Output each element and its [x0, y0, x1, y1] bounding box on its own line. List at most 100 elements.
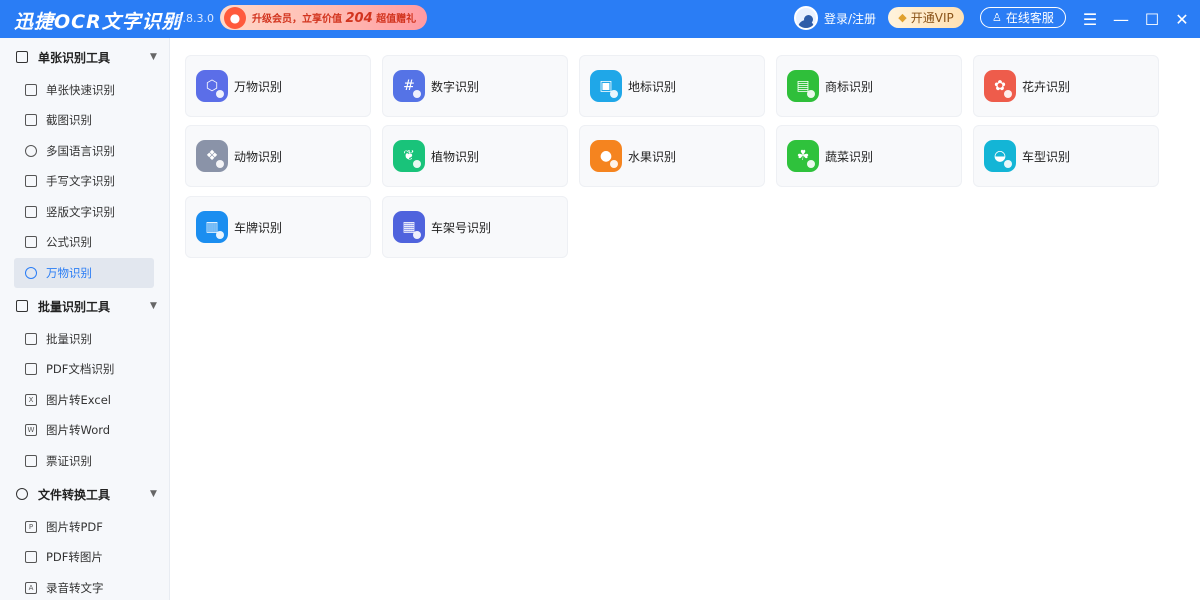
audio-icon: A [25, 582, 37, 594]
login-label: 登录/注册 [824, 11, 877, 26]
sidebar-item-label: 手写文字识别 [46, 174, 115, 188]
sidebar-item-multilang[interactable]: 多国语言识别 [14, 136, 154, 166]
sidebar-group-label: 单张识别工具 [38, 50, 111, 65]
card-label: 动物识别 [234, 149, 283, 164]
card-animal[interactable]: ❖ 动物识别 [185, 125, 371, 187]
sidebar-group-convert[interactable]: 文件转换工具 ▼ [0, 477, 170, 511]
promo-number: 204 [345, 10, 373, 26]
card-fruit[interactable]: ● 水果识别 [579, 125, 765, 187]
card-label: 车型识别 [1022, 149, 1071, 164]
license-plate-icon: ▥ [196, 211, 228, 243]
sidebar-item-label: 万物识别 [46, 266, 92, 280]
chevron-down-icon: ▼ [150, 489, 157, 499]
promo-suffix: 超值赠礼 [376, 13, 417, 25]
card-flower[interactable]: ✿ 花卉识别 [973, 55, 1159, 117]
sidebar-item-screenshot[interactable]: 截图识别 [14, 105, 154, 135]
single-tool-icon [16, 51, 28, 63]
app-logo: 迅捷OCR文字识别 [14, 11, 182, 33]
vegetable-icon: ☘ [787, 140, 819, 172]
single-icon [25, 84, 37, 96]
promo-banner[interactable]: ● 升级会员，立享价值 204 超值赠礼 [220, 5, 427, 30]
maximize-icon[interactable]: ☐ [1137, 0, 1167, 38]
chevron-down-icon: ▼ [150, 301, 157, 311]
card-license-plate[interactable]: ▥ 车牌识别 [185, 196, 371, 258]
sidebar-item-word[interactable]: W 图片转Word [14, 415, 154, 445]
crop-icon [25, 114, 37, 126]
sidebar-group-batch[interactable]: 批量识别工具 ▼ [0, 289, 170, 323]
fruit-icon: ● [590, 140, 622, 172]
objects-icon [25, 267, 37, 279]
card-number[interactable]: # 数字识别 [382, 55, 568, 117]
gift-icon: ● [224, 6, 246, 29]
trademark-icon: ▤ [787, 70, 819, 102]
service-button[interactable]: ♙ 在线客服 [980, 7, 1066, 28]
card-landmark[interactable]: ▣ 地标识别 [579, 55, 765, 117]
pdf-image-icon [25, 551, 37, 563]
vip-button[interactable]: ◆ 开通VIP [888, 7, 964, 28]
sidebar-item-handwriting[interactable]: 手写文字识别 [14, 166, 154, 196]
promo-text: 升级会员，立享价值 204 超值赠礼 [252, 10, 416, 26]
card-label: 花卉识别 [1022, 79, 1071, 94]
sidebar-item-excel[interactable]: X 图片转Excel [14, 385, 154, 415]
sidebar-item-pdf-doc[interactable]: PDF文档识别 [14, 354, 154, 384]
sidebar-item-label: PDF文档识别 [46, 362, 115, 376]
menu-icon[interactable]: ☰ [1075, 0, 1105, 38]
sidebar-item-label: 多国语言识别 [46, 144, 115, 158]
number-icon: # [393, 70, 425, 102]
pen-icon [25, 175, 37, 187]
vin-icon: ▦ [393, 211, 425, 243]
app-version: v8.8.3.0 [169, 12, 214, 25]
sidebar-item-objects[interactable]: 万物识别 [14, 258, 154, 288]
ticket-icon [25, 455, 37, 467]
globe-icon [25, 145, 37, 157]
card-car[interactable]: ◒ 车型识别 [973, 125, 1159, 187]
sidebar-item-label: 录音转文字 [46, 581, 104, 595]
card-plant[interactable]: ❦ 植物识别 [382, 125, 568, 187]
sidebar-item-image-pdf[interactable]: P 图片转PDF [14, 512, 154, 542]
login-button[interactable]: 登录/注册 [794, 6, 876, 30]
flower-icon: ✿ [984, 70, 1016, 102]
chevron-down-icon: ▼ [150, 52, 157, 62]
sidebar-group-label: 文件转换工具 [38, 487, 111, 502]
card-label: 水果识别 [628, 149, 677, 164]
sidebar-item-label: 公式识别 [46, 235, 92, 249]
sidebar-item-label: 竖版文字识别 [46, 205, 115, 219]
objects-icon: ⬡ [196, 70, 228, 102]
formula-icon [25, 236, 37, 248]
sidebar-item-audio[interactable]: A 录音转文字 [14, 573, 154, 600]
sidebar-item-label: PDF转图片 [46, 550, 103, 564]
minimize-icon[interactable]: — [1106, 0, 1136, 38]
sidebar-item-ticket[interactable]: 票证识别 [14, 446, 154, 476]
sidebar-item-formula[interactable]: 公式识别 [14, 227, 154, 257]
card-vegetable[interactable]: ☘ 蔬菜识别 [776, 125, 962, 187]
plant-icon: ❦ [393, 140, 425, 172]
card-trademark[interactable]: ▤ 商标识别 [776, 55, 962, 117]
person-icon: ♙ [992, 11, 1002, 24]
sidebar-item-label: 图片转PDF [46, 520, 103, 534]
batch-tool-icon [16, 300, 28, 312]
close-icon[interactable]: ✕ [1167, 0, 1197, 38]
sidebar-group-label: 批量识别工具 [38, 299, 111, 314]
card-objects[interactable]: ⬡ 万物识别 [185, 55, 371, 117]
sidebar-item-label: 单张快速识别 [46, 83, 115, 97]
excel-icon: X [25, 394, 37, 406]
sidebar-item-label: 图片转Word [46, 423, 111, 437]
word-icon: W [25, 424, 37, 436]
sidebar-item-pdf-image[interactable]: PDF转图片 [14, 542, 154, 572]
sidebar-item-vertical[interactable]: 竖版文字识别 [14, 197, 154, 227]
image-pdf-icon: P [25, 521, 37, 533]
card-label: 蔬菜识别 [825, 149, 874, 164]
card-label: 商标识别 [825, 79, 874, 94]
convert-tool-icon [16, 488, 28, 500]
sidebar-item-batch[interactable]: 批量识别 [14, 324, 154, 354]
service-label: 在线客服 [1005, 11, 1054, 25]
title-bar: 迅捷OCR文字识别 v8.8.3.0 ● 升级会员，立享价值 204 超值赠礼 … [0, 0, 1200, 38]
vip-label: 开通VIP [910, 11, 954, 25]
card-label: 地标识别 [628, 79, 677, 94]
animal-icon: ❖ [196, 140, 228, 172]
sidebar: 单张识别工具 ▼ 单张快速识别 截图识别 多国语言识别 手写文字识别 竖版文字识… [0, 38, 170, 600]
sidebar-item-single-quick[interactable]: 单张快速识别 [14, 75, 154, 105]
card-vin[interactable]: ▦ 车架号识别 [382, 196, 568, 258]
promo-prefix: 升级会员，立享价值 [252, 13, 342, 25]
sidebar-group-single[interactable]: 单张识别工具 ▼ [0, 40, 170, 74]
